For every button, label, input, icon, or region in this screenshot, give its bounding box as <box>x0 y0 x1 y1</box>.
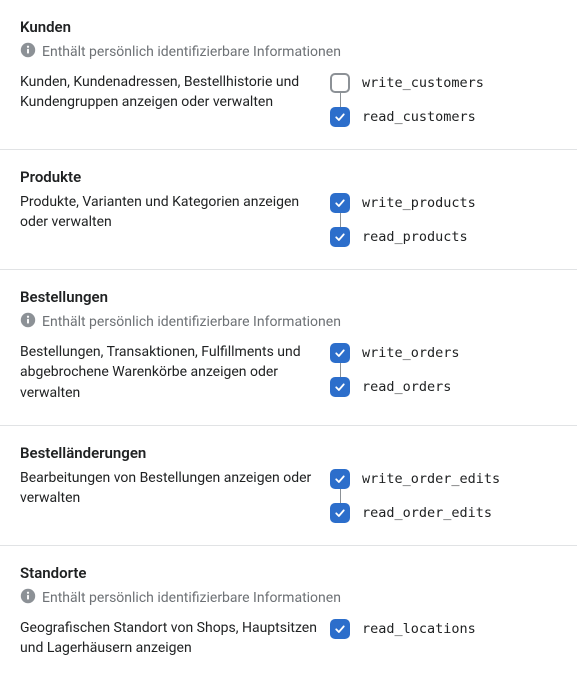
permission-label: write_orders <box>362 345 460 361</box>
permission-checkbox[interactable] <box>330 227 350 247</box>
permission-label: write_customers <box>362 75 484 91</box>
permission-connector <box>330 363 350 377</box>
section-title: Bestelländerungen <box>20 444 557 462</box>
info-icon <box>20 42 36 62</box>
permission-item: read_products <box>330 227 476 247</box>
permission-section: Produkte Produkte, Varianten und Kategori… <box>0 150 577 270</box>
permission-section: Bestellungen Enthält persönlich identifiz… <box>0 270 577 426</box>
permission-label: read_orders <box>362 379 451 395</box>
permission-item: read_order_edits <box>330 503 500 523</box>
pii-text: Enthält persönlich identifizierbare Info… <box>42 314 341 330</box>
permission-connector <box>330 93 350 107</box>
section-title: Kunden <box>20 18 557 36</box>
permission-checkbox[interactable] <box>330 193 350 213</box>
section-title: Produkte <box>20 168 557 186</box>
permission-label: write_order_edits <box>362 471 500 487</box>
section-content: Bestellungen, Transaktionen, Fulfillment… <box>20 342 557 403</box>
section-content: Kunden, Kundenadressen, Bestellhistorie … <box>20 72 557 127</box>
permission-checkbox[interactable] <box>330 377 350 397</box>
info-icon <box>20 588 36 608</box>
permission-label: write_products <box>362 195 476 211</box>
section-content: Geografischen Standort von Shops, Haupts… <box>20 618 557 659</box>
pii-text: Enthält persönlich identifizierbare Info… <box>42 590 341 606</box>
pii-notice: Enthält persönlich identifizierbare Info… <box>20 312 557 332</box>
permission-list: write_orders read_orders <box>330 342 460 397</box>
permissions-list: Kunden Enthält persönlich identifizierbar… <box>0 0 577 680</box>
permission-list: read_locations <box>330 618 476 639</box>
permission-connector <box>330 489 350 503</box>
permission-section: Standorte Enthält persönlich identifizier… <box>0 546 577 680</box>
section-description: Kunden, Kundenadressen, Bestellhistorie … <box>20 72 330 113</box>
section-title: Standorte <box>20 564 557 582</box>
permission-label: read_order_edits <box>362 505 492 521</box>
permission-label: read_products <box>362 229 468 245</box>
section-description: Bestellungen, Transaktionen, Fulfillment… <box>20 342 330 403</box>
section-description: Geografischen Standort von Shops, Haupts… <box>20 618 330 659</box>
pii-notice: Enthält persönlich identifizierbare Info… <box>20 42 557 62</box>
permission-connector <box>330 213 350 227</box>
pii-notice: Enthält persönlich identifizierbare Info… <box>20 588 557 608</box>
permission-checkbox[interactable] <box>330 107 350 127</box>
section-description: Produkte, Varianten und Kategorien anzei… <box>20 192 330 233</box>
section-title: Bestellungen <box>20 288 557 306</box>
permission-checkbox[interactable] <box>330 469 350 489</box>
permission-checkbox[interactable] <box>330 619 350 639</box>
permission-list: write_order_edits read_order_edits <box>330 468 500 523</box>
pii-text: Enthält persönlich identifizierbare Info… <box>42 44 341 60</box>
permission-item: read_locations <box>330 619 476 639</box>
permission-item: write_orders <box>330 343 460 363</box>
info-icon <box>20 312 36 332</box>
permission-section: Kunden Enthält persönlich identifizierbar… <box>0 0 577 150</box>
permission-list: write_products read_products <box>330 192 476 247</box>
permission-checkbox[interactable] <box>330 343 350 363</box>
permission-item: write_order_edits <box>330 469 500 489</box>
section-content: Bearbeitungen von Bestellungen anzeigen … <box>20 468 557 523</box>
section-content: Produkte, Varianten und Kategorien anzei… <box>20 192 557 247</box>
permission-label: read_locations <box>362 621 476 637</box>
permission-section: Bestelländerungen Bearbeitungen von Beste… <box>0 426 577 546</box>
permission-item: write_products <box>330 193 476 213</box>
permission-item: read_orders <box>330 377 460 397</box>
permission-item: write_customers <box>330 73 484 93</box>
section-description: Bearbeitungen von Bestellungen anzeigen … <box>20 468 330 509</box>
permission-list: write_customers read_customers <box>330 72 484 127</box>
permission-checkbox[interactable] <box>330 503 350 523</box>
permission-item: read_customers <box>330 107 484 127</box>
permission-label: read_customers <box>362 109 476 125</box>
permission-checkbox[interactable] <box>330 73 350 93</box>
